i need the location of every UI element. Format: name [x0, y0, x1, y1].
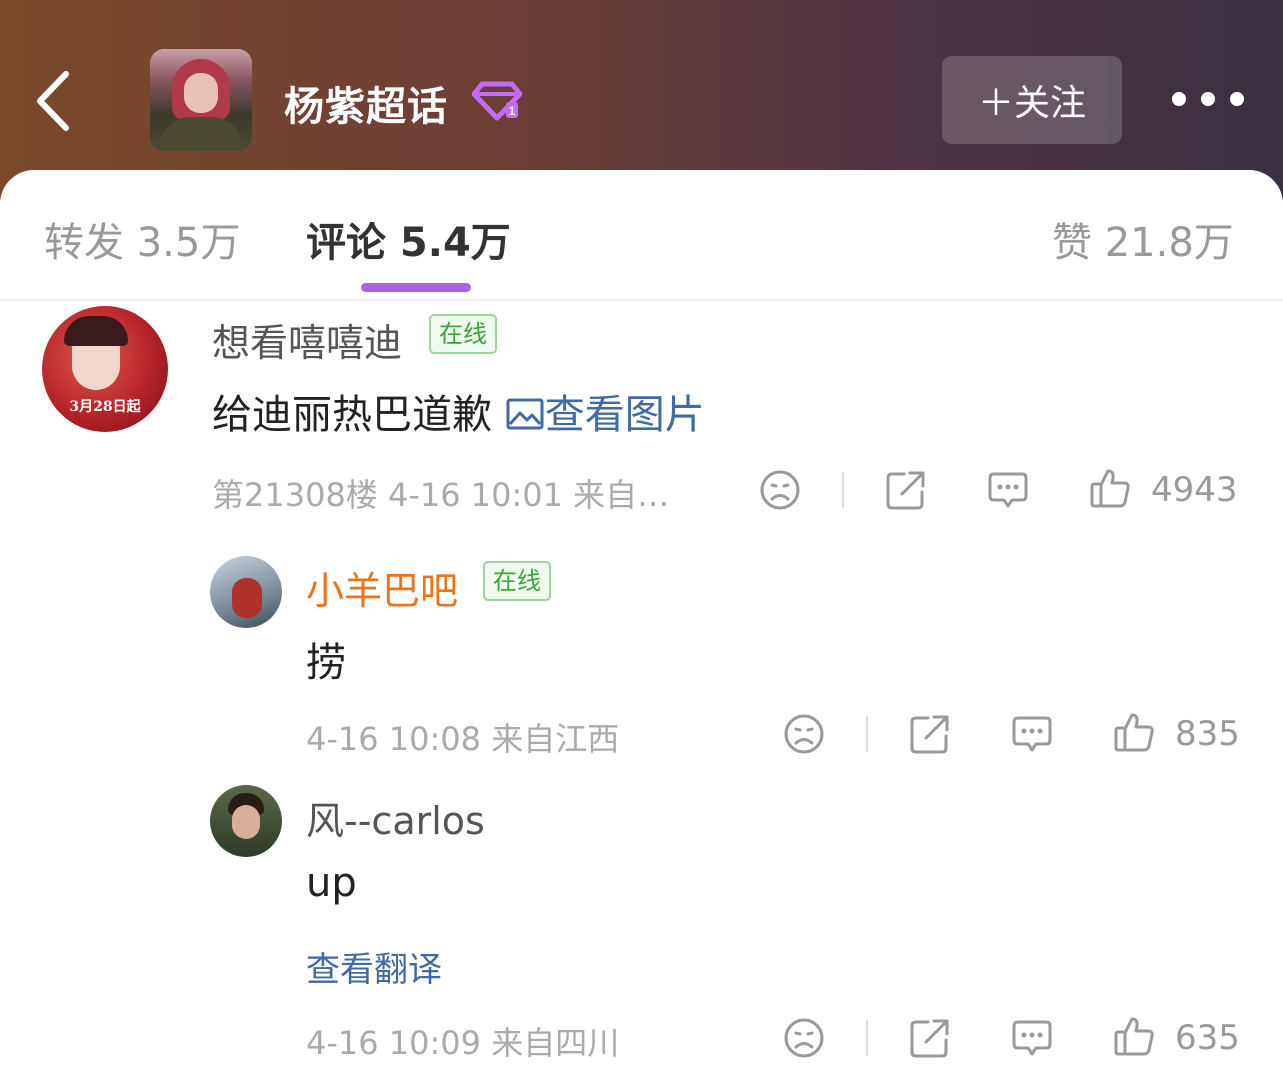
follow-button[interactable]: ＋关注	[942, 56, 1122, 144]
svg-text:1: 1	[509, 104, 516, 118]
like-count: 835	[1175, 714, 1240, 754]
dislike-face-icon[interactable]	[782, 1016, 826, 1060]
comment-meta: 第21308楼 4-16 10:01 来自…	[212, 476, 670, 514]
view-image-link[interactable]: 查看图片	[505, 392, 705, 438]
tab-comments[interactable]: 评论 5.4万	[306, 210, 511, 268]
comment-meta: 4-16 10:09 来自四川	[306, 1024, 620, 1062]
action-separator	[866, 716, 868, 752]
tab-likes[interactable]: 赞 21.8万	[1052, 210, 1234, 268]
online-badge: 在线	[429, 314, 497, 354]
comment-icon[interactable]	[1010, 712, 1054, 756]
share-icon[interactable]	[908, 712, 952, 756]
commenter-name[interactable]: 想看嘻嘻迪	[212, 312, 402, 367]
commenter-name[interactable]: 小羊巴吧	[306, 560, 458, 615]
like-count: 4943	[1151, 470, 1238, 510]
dislike-face-icon[interactable]	[782, 712, 826, 756]
comment-text: up	[306, 860, 357, 906]
like-thumb-icon[interactable]	[1088, 466, 1132, 510]
share-icon[interactable]	[884, 468, 928, 512]
like-count: 635	[1175, 1018, 1240, 1058]
tabs-divider	[0, 299, 1283, 301]
tab-reposts[interactable]: 转发 3.5万	[44, 210, 240, 268]
topic-title[interactable]: 杨紫超话	[284, 74, 448, 132]
comment-text: 给迪丽热巴道歉 查看图片	[212, 392, 705, 438]
comment-meta: 4-16 10:08 来自江西	[306, 720, 620, 758]
active-tab-indicator	[361, 283, 471, 292]
more-options-icon[interactable]	[1172, 88, 1244, 110]
avatar[interactable]: 3月28日起	[42, 306, 168, 432]
avatar[interactable]	[210, 556, 282, 628]
comment-sheet	[0, 170, 1283, 1089]
super-topic-gem-icon: 1	[472, 81, 522, 121]
action-separator	[866, 1020, 868, 1056]
back-arrow-icon[interactable]	[30, 66, 80, 136]
share-icon[interactable]	[908, 1016, 952, 1060]
commenter-name[interactable]: 风--carlos	[306, 790, 485, 845]
view-translation-link[interactable]: 查看翻译	[306, 942, 442, 991]
action-separator	[842, 472, 844, 508]
avatar[interactable]	[210, 785, 282, 857]
image-icon	[506, 398, 544, 430]
topic-avatar[interactable]	[150, 49, 252, 151]
online-badge: 在线	[483, 561, 551, 601]
comment-icon[interactable]	[1010, 1016, 1054, 1060]
like-thumb-icon[interactable]	[1112, 710, 1156, 754]
like-thumb-icon[interactable]	[1112, 1014, 1156, 1058]
comment-icon[interactable]	[986, 468, 1030, 512]
comment-text: 捞	[306, 640, 346, 686]
dislike-face-icon[interactable]	[758, 468, 802, 512]
